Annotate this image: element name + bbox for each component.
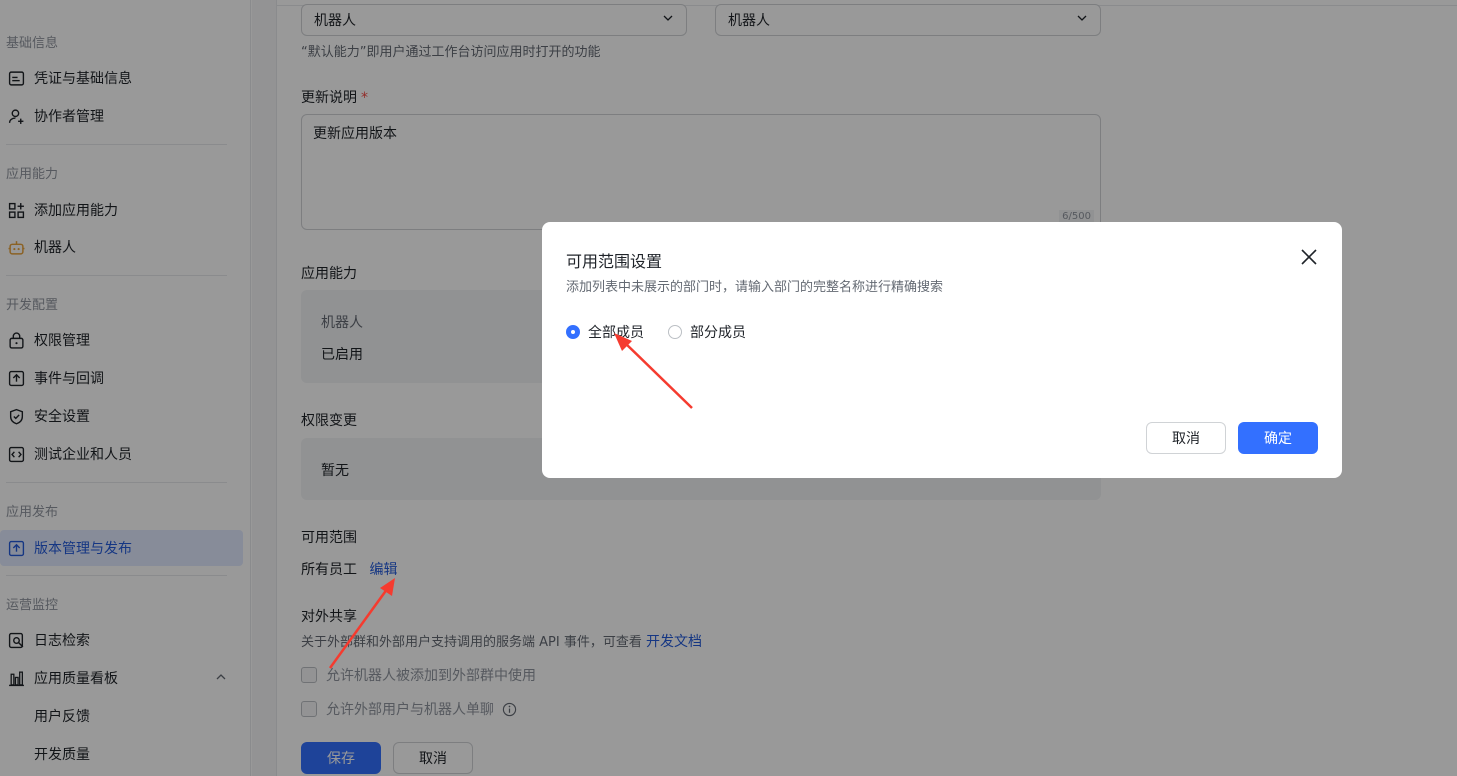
modal-confirm-button[interactable]: 确定 <box>1238 422 1318 454</box>
radio-label: 部分成员 <box>690 325 746 341</box>
radio-some-members[interactable]: 部分成员 <box>668 322 746 342</box>
radio-all-members[interactable]: 全部成员 <box>566 322 644 342</box>
scope-radio-group: 全部成员 部分成员 <box>566 322 770 342</box>
radio-label: 全部成员 <box>588 325 644 341</box>
close-icon[interactable] <box>1300 248 1318 266</box>
modal-subtitle: 添加列表中未展示的部门时，请输入部门的完整名称进行精确搜索 <box>566 280 944 295</box>
scope-settings-modal: 可用范围设置 添加列表中未展示的部门时，请输入部门的完整名称进行精确搜索 全部成… <box>542 222 1342 478</box>
modal-cancel-button[interactable]: 取消 <box>1146 422 1226 454</box>
radio-circle[interactable] <box>668 325 682 339</box>
modal-title: 可用范围设置 <box>566 252 663 271</box>
radio-circle[interactable] <box>566 325 580 339</box>
